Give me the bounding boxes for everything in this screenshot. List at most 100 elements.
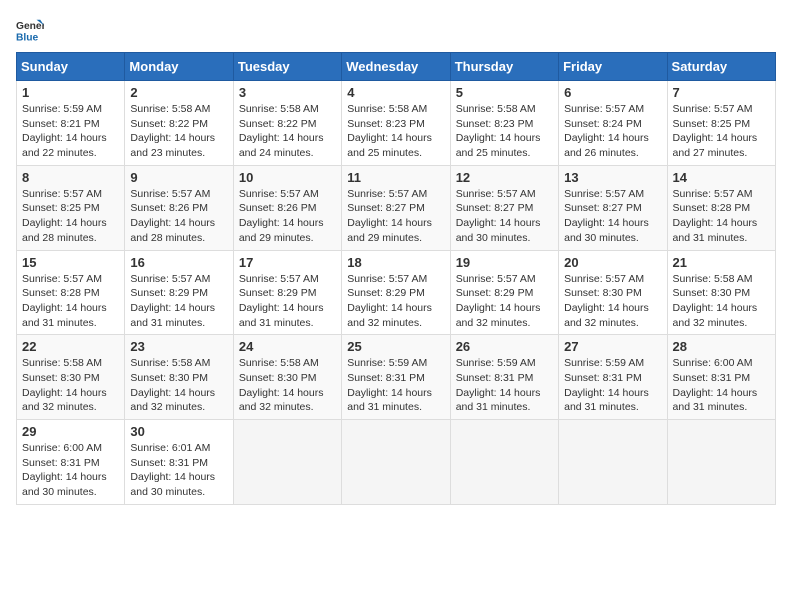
sunset-label: Sunset: 8:29 PM	[130, 287, 208, 299]
daylight-label: Daylight: 14 hours	[347, 387, 432, 399]
day-info: Sunrise: 5:59 AM Sunset: 8:31 PM Dayligh…	[564, 356, 661, 415]
sunrise-label: Sunrise: 5:59 AM	[347, 357, 427, 369]
daylight-label: Daylight: 14 hours	[22, 471, 107, 483]
calendar-cell: 27 Sunrise: 5:59 AM Sunset: 8:31 PM Dayl…	[559, 335, 667, 420]
daylight-minutes: and 30 minutes.	[130, 486, 205, 498]
sunset-label: Sunset: 8:25 PM	[22, 202, 100, 214]
sunrise-label: Sunrise: 5:58 AM	[456, 103, 536, 115]
sunset-label: Sunset: 8:23 PM	[456, 118, 534, 130]
sunset-label: Sunset: 8:27 PM	[564, 202, 642, 214]
sunrise-label: Sunrise: 5:57 AM	[22, 273, 102, 285]
sunrise-label: Sunrise: 5:57 AM	[564, 188, 644, 200]
daylight-label: Daylight: 14 hours	[564, 387, 649, 399]
sunrise-label: Sunrise: 5:57 AM	[456, 188, 536, 200]
day-number: 27	[564, 339, 661, 354]
sunrise-label: Sunrise: 5:57 AM	[347, 188, 427, 200]
header-cell-friday: Friday	[559, 53, 667, 81]
logo-icon: General Blue	[16, 16, 44, 44]
sunrise-label: Sunrise: 5:58 AM	[130, 103, 210, 115]
svg-text:General: General	[16, 21, 44, 32]
day-number: 7	[673, 85, 770, 100]
day-number: 12	[456, 170, 553, 185]
sunrise-label: Sunrise: 5:57 AM	[564, 103, 644, 115]
sunset-label: Sunset: 8:31 PM	[673, 372, 751, 384]
sunset-label: Sunset: 8:30 PM	[673, 287, 751, 299]
daylight-label: Daylight: 14 hours	[456, 132, 541, 144]
logo: General Blue	[16, 16, 44, 44]
day-number: 22	[22, 339, 119, 354]
sunrise-label: Sunrise: 5:57 AM	[239, 188, 319, 200]
daylight-label: Daylight: 14 hours	[673, 387, 758, 399]
daylight-label: Daylight: 14 hours	[22, 302, 107, 314]
day-info: Sunrise: 5:57 AM Sunset: 8:27 PM Dayligh…	[564, 187, 661, 246]
header-cell-saturday: Saturday	[667, 53, 775, 81]
sunrise-label: Sunrise: 5:58 AM	[239, 357, 319, 369]
header-cell-thursday: Thursday	[450, 53, 558, 81]
sunrise-label: Sunrise: 5:58 AM	[130, 357, 210, 369]
calendar-cell	[450, 420, 558, 505]
daylight-minutes: and 31 minutes.	[673, 232, 748, 244]
daylight-label: Daylight: 14 hours	[456, 217, 541, 229]
daylight-minutes: and 24 minutes.	[239, 147, 314, 159]
day-info: Sunrise: 5:57 AM Sunset: 8:29 PM Dayligh…	[456, 272, 553, 331]
day-number: 3	[239, 85, 336, 100]
calendar-cell: 13 Sunrise: 5:57 AM Sunset: 8:27 PM Dayl…	[559, 165, 667, 250]
sunrise-label: Sunrise: 5:57 AM	[673, 188, 753, 200]
daylight-label: Daylight: 14 hours	[239, 217, 324, 229]
day-number: 28	[673, 339, 770, 354]
daylight-minutes: and 29 minutes.	[347, 232, 422, 244]
day-info: Sunrise: 5:59 AM Sunset: 8:31 PM Dayligh…	[347, 356, 444, 415]
calendar-cell: 22 Sunrise: 5:58 AM Sunset: 8:30 PM Dayl…	[17, 335, 125, 420]
sunset-label: Sunset: 8:26 PM	[239, 202, 317, 214]
daylight-label: Daylight: 14 hours	[130, 471, 215, 483]
day-number: 5	[456, 85, 553, 100]
day-number: 16	[130, 255, 227, 270]
daylight-minutes: and 29 minutes.	[239, 232, 314, 244]
day-info: Sunrise: 5:57 AM Sunset: 8:29 PM Dayligh…	[239, 272, 336, 331]
daylight-label: Daylight: 14 hours	[130, 132, 215, 144]
sunset-label: Sunset: 8:22 PM	[239, 118, 317, 130]
day-number: 10	[239, 170, 336, 185]
calendar-week-3: 15 Sunrise: 5:57 AM Sunset: 8:28 PM Dayl…	[17, 250, 776, 335]
day-info: Sunrise: 5:59 AM Sunset: 8:31 PM Dayligh…	[456, 356, 553, 415]
daylight-minutes: and 32 minutes.	[456, 317, 531, 329]
sunset-label: Sunset: 8:28 PM	[673, 202, 751, 214]
sunrise-label: Sunrise: 5:58 AM	[22, 357, 102, 369]
day-number: 20	[564, 255, 661, 270]
sunset-label: Sunset: 8:30 PM	[239, 372, 317, 384]
calendar-cell: 5 Sunrise: 5:58 AM Sunset: 8:23 PM Dayli…	[450, 81, 558, 166]
daylight-minutes: and 30 minutes.	[22, 486, 97, 498]
daylight-minutes: and 25 minutes.	[347, 147, 422, 159]
day-number: 26	[456, 339, 553, 354]
calendar-week-1: 1 Sunrise: 5:59 AM Sunset: 8:21 PM Dayli…	[17, 81, 776, 166]
day-info: Sunrise: 5:57 AM Sunset: 8:26 PM Dayligh…	[130, 187, 227, 246]
daylight-minutes: and 30 minutes.	[456, 232, 531, 244]
day-number: 4	[347, 85, 444, 100]
daylight-label: Daylight: 14 hours	[564, 217, 649, 229]
calendar-header: SundayMondayTuesdayWednesdayThursdayFrid…	[17, 53, 776, 81]
daylight-label: Daylight: 14 hours	[239, 302, 324, 314]
calendar-cell: 7 Sunrise: 5:57 AM Sunset: 8:25 PM Dayli…	[667, 81, 775, 166]
daylight-minutes: and 32 minutes.	[673, 317, 748, 329]
day-info: Sunrise: 5:58 AM Sunset: 8:23 PM Dayligh…	[347, 102, 444, 161]
daylight-minutes: and 31 minutes.	[456, 401, 531, 413]
header-cell-monday: Monday	[125, 53, 233, 81]
daylight-label: Daylight: 14 hours	[130, 217, 215, 229]
daylight-label: Daylight: 14 hours	[456, 302, 541, 314]
day-number: 13	[564, 170, 661, 185]
calendar-cell: 2 Sunrise: 5:58 AM Sunset: 8:22 PM Dayli…	[125, 81, 233, 166]
daylight-label: Daylight: 14 hours	[130, 302, 215, 314]
sunset-label: Sunset: 8:31 PM	[22, 457, 100, 469]
sunset-label: Sunset: 8:22 PM	[130, 118, 208, 130]
calendar-cell: 29 Sunrise: 6:00 AM Sunset: 8:31 PM Dayl…	[17, 420, 125, 505]
sunrise-label: Sunrise: 5:57 AM	[456, 273, 536, 285]
day-number: 6	[564, 85, 661, 100]
daylight-label: Daylight: 14 hours	[456, 387, 541, 399]
sunset-label: Sunset: 8:27 PM	[347, 202, 425, 214]
day-info: Sunrise: 6:00 AM Sunset: 8:31 PM Dayligh…	[673, 356, 770, 415]
day-number: 21	[673, 255, 770, 270]
sunrise-label: Sunrise: 5:57 AM	[239, 273, 319, 285]
calendar-cell	[559, 420, 667, 505]
sunrise-label: Sunrise: 5:57 AM	[673, 103, 753, 115]
daylight-label: Daylight: 14 hours	[347, 302, 432, 314]
